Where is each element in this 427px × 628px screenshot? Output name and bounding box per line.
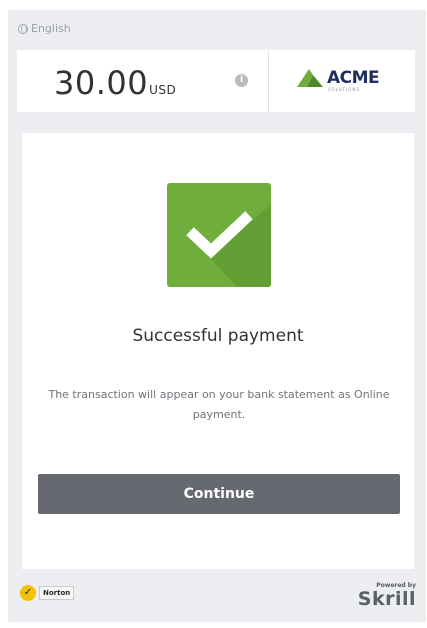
- skrill-badge: Powered by Skrill: [358, 582, 416, 609]
- norton-label: Norton: [39, 586, 75, 600]
- result-message: The transaction will appear on your bank…: [48, 388, 390, 421]
- language-selector[interactable]: English: [18, 22, 71, 35]
- merchant-logo: ACME SOLUTIONS: [295, 65, 395, 97]
- result-title: Successful payment: [132, 326, 304, 346]
- result-card: Successful payment The transaction will …: [22, 133, 414, 569]
- info-icon[interactable]: i: [235, 74, 248, 87]
- merchant-name: ACME: [327, 68, 380, 88]
- continue-button[interactable]: Continue: [38, 474, 400, 514]
- merchant-tagline: SOLUTIONS: [328, 87, 360, 92]
- amount-currency: USD: [149, 83, 177, 97]
- success-badge: [167, 183, 271, 287]
- skrill-logo: Skrill: [357, 588, 416, 610]
- checkmark-icon: [186, 205, 271, 287]
- globe-icon: [18, 23, 28, 34]
- payment-amount: 30.00 USD: [54, 64, 176, 102]
- norton-badge: ✓ Norton: [20, 585, 75, 601]
- amount-bar: 30.00 USD i ACME SOLUTIONS: [17, 50, 415, 112]
- amount-value: 30.00: [54, 64, 149, 102]
- norton-check-icon: ✓: [20, 585, 36, 601]
- divider: [268, 50, 269, 112]
- acme-mountain-icon: [297, 69, 323, 87]
- language-label: English: [31, 22, 71, 35]
